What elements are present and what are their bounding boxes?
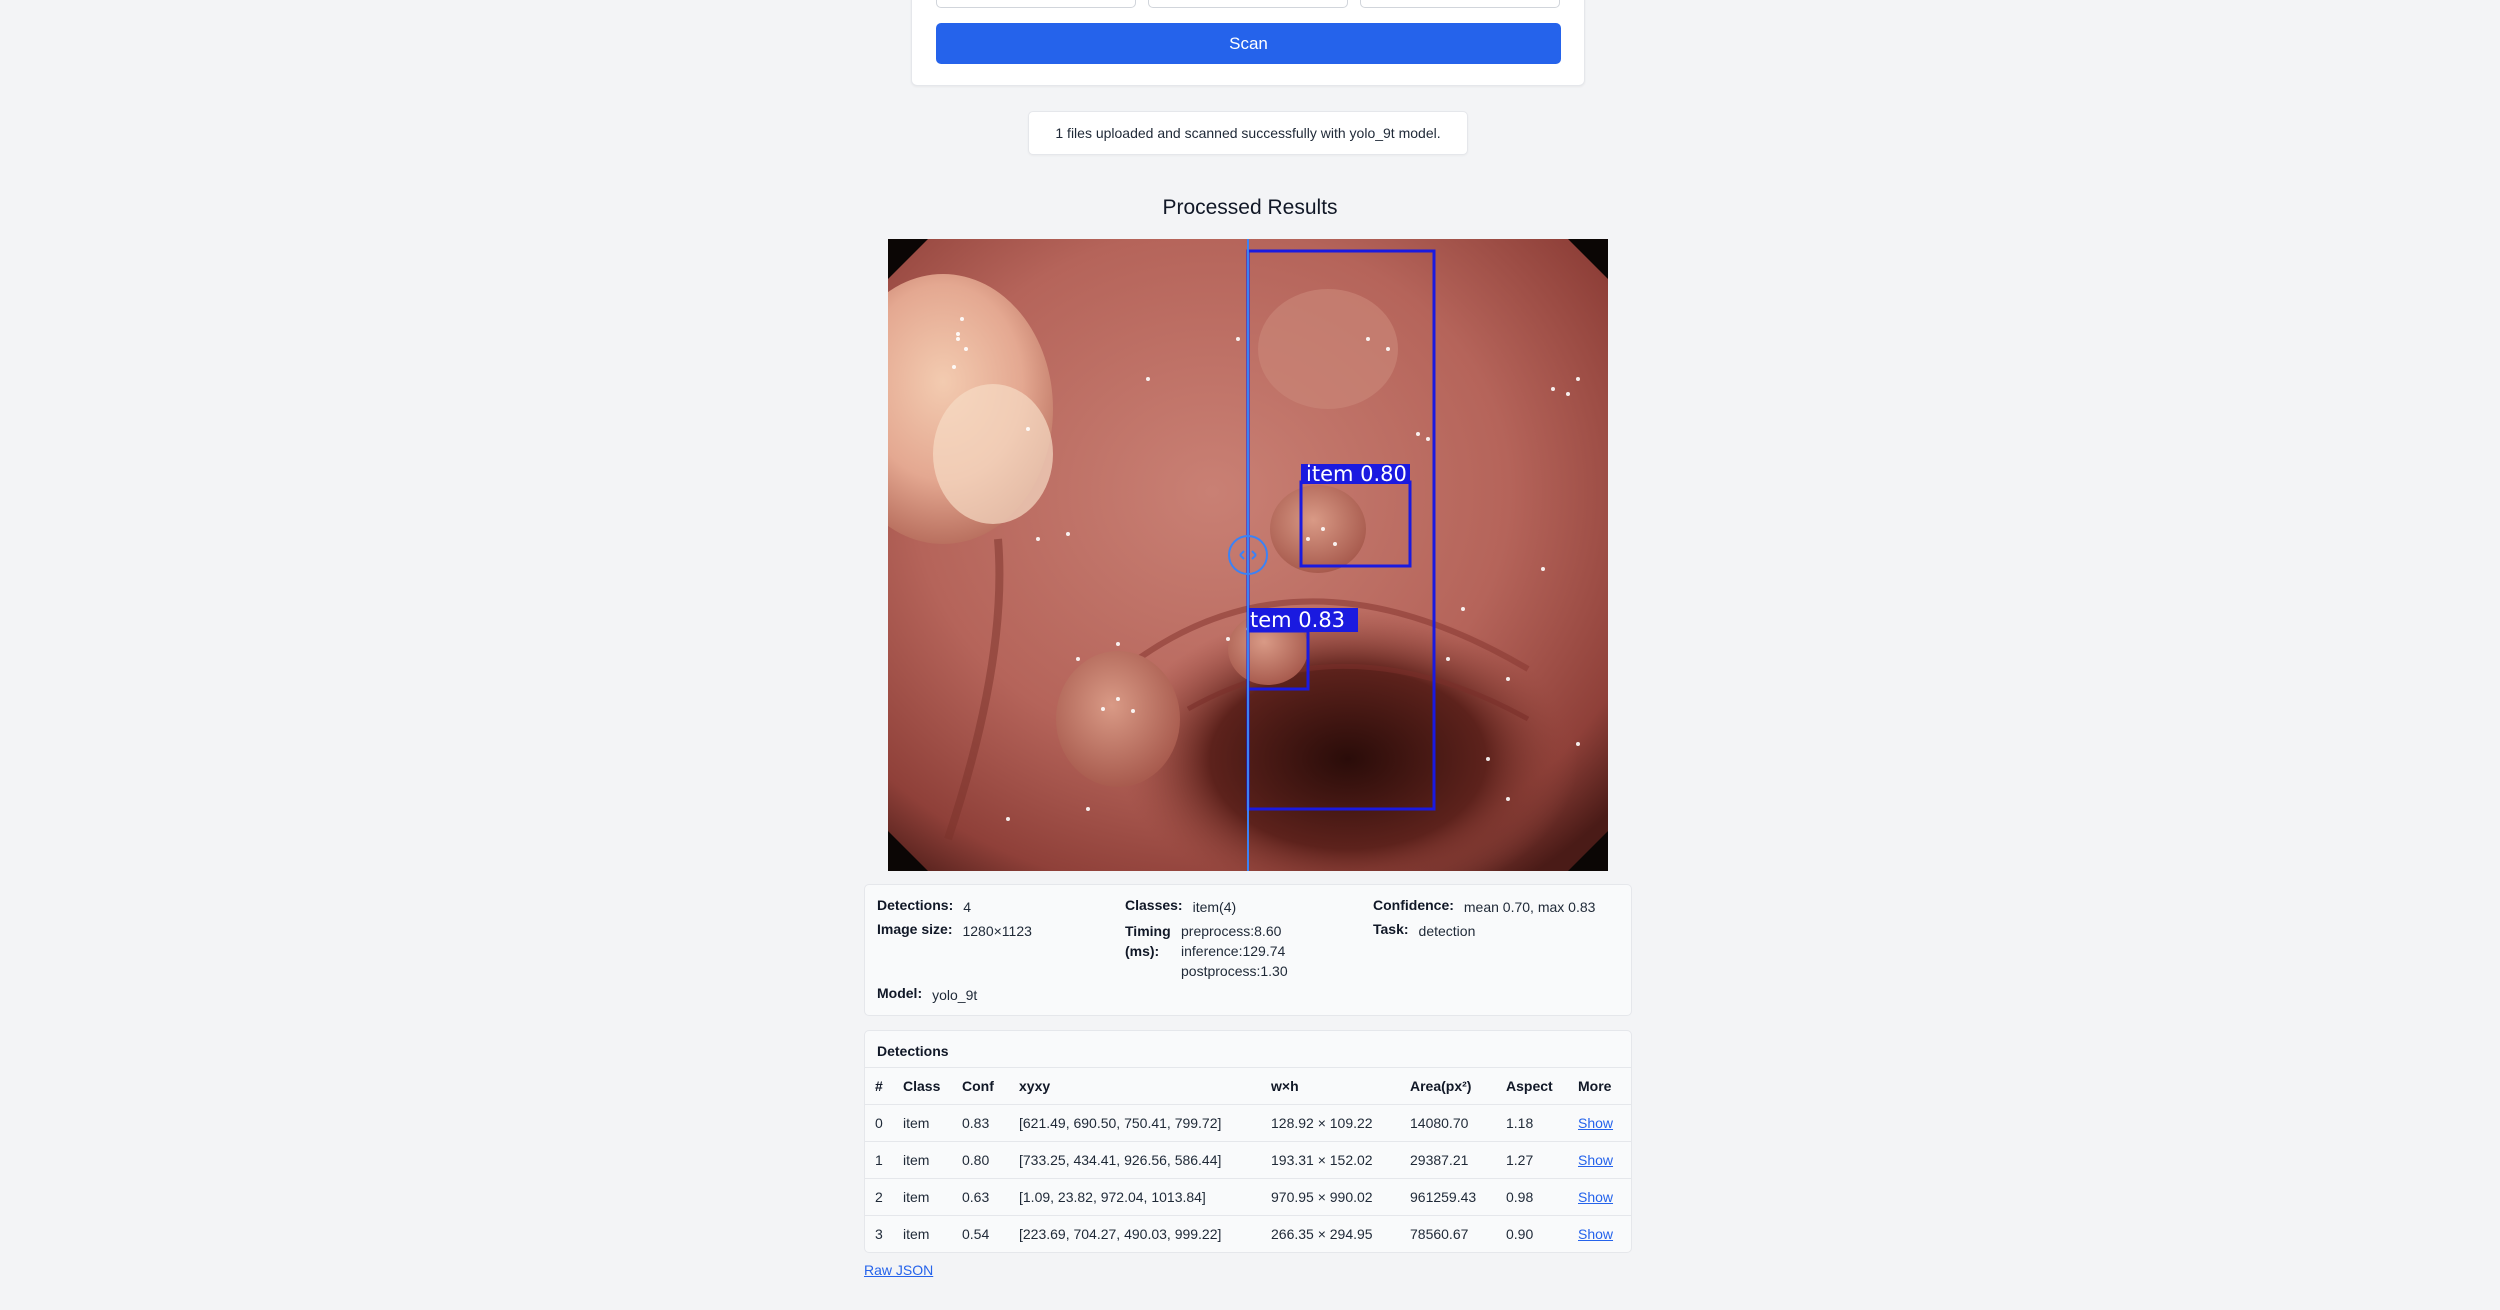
table-row: 3 item 0.54 [223.69, 704.27, 490.03, 999… bbox=[865, 1215, 1631, 1253]
timing-values: preprocess:8.60 inference:129.74 postpro… bbox=[1181, 923, 1288, 979]
summary-panel: Detections: 4 Image size: 1280×1123 Mode… bbox=[864, 884, 1632, 1016]
col-wxh: w×h bbox=[1261, 1067, 1400, 1105]
processed-image: item 0.80 tem 0.83 bbox=[888, 239, 1608, 871]
col-class: Class bbox=[893, 1067, 952, 1105]
summary-classes: Classes: item(4) bbox=[1125, 897, 1237, 915]
detections-heading: Detections bbox=[877, 1043, 949, 1059]
summary-image-size: Image size: 1280×1123 bbox=[877, 921, 1032, 939]
table-row: 1 item 0.80 [733.25, 434.41, 926.56, 586… bbox=[865, 1141, 1631, 1179]
table-row: 0 item 0.83 [621.49, 690.50, 750.41, 799… bbox=[865, 1104, 1631, 1142]
col-more: More bbox=[1568, 1067, 1631, 1105]
show-details-link[interactable]: Show bbox=[1578, 1189, 1613, 1205]
results-title: Processed Results bbox=[1162, 196, 1338, 219]
raw-json-link[interactable]: Raw JSON bbox=[864, 1262, 933, 1278]
upload-card: Scan bbox=[911, 0, 1585, 86]
param-input-2[interactable] bbox=[1148, 0, 1348, 8]
param-input-1[interactable] bbox=[936, 0, 1136, 8]
summary-confidence: Confidence: mean 0.70, max 0.83 bbox=[1373, 897, 1596, 915]
detections-card: Detections # Class Conf xyxy w×h Area(px… bbox=[864, 1030, 1632, 1253]
col-conf: Conf bbox=[952, 1067, 1009, 1105]
show-details-link[interactable]: Show bbox=[1578, 1115, 1613, 1131]
summary-model: Model: yolo_9t bbox=[877, 985, 978, 1003]
table-header-row: # Class Conf xyxy w×h Area(px²) Aspect M… bbox=[865, 1067, 1631, 1105]
scan-button[interactable]: Scan bbox=[936, 23, 1561, 64]
detections-table: # Class Conf xyxy w×h Area(px²) Aspect M… bbox=[865, 1067, 1631, 1253]
param-input-3[interactable] bbox=[1360, 0, 1560, 8]
table-row: 2 item 0.63 [1.09, 23.82, 972.04, 1013.8… bbox=[865, 1178, 1631, 1216]
summary-detections: Detections: 4 bbox=[877, 897, 972, 915]
col-area: Area(px²) bbox=[1400, 1067, 1496, 1105]
summary-task: Task: detection bbox=[1373, 921, 1476, 939]
col-xyxy: xyxy bbox=[1009, 1067, 1261, 1105]
col-aspect: Aspect bbox=[1496, 1067, 1568, 1105]
summary-timing: Timing (ms): preprocess:8.60 inference:1… bbox=[1125, 923, 1288, 979]
col-index: # bbox=[865, 1067, 893, 1105]
detection-label-1: item 0.80 bbox=[1306, 462, 1407, 486]
status-message: 1 files uploaded and scanned successfull… bbox=[1028, 111, 1468, 155]
show-details-link[interactable]: Show bbox=[1578, 1152, 1613, 1168]
show-details-link[interactable]: Show bbox=[1578, 1226, 1613, 1242]
endoscopy-image: item 0.80 tem 0.83 bbox=[888, 239, 1608, 871]
detection-label-0: tem 0.83 bbox=[1250, 608, 1345, 632]
